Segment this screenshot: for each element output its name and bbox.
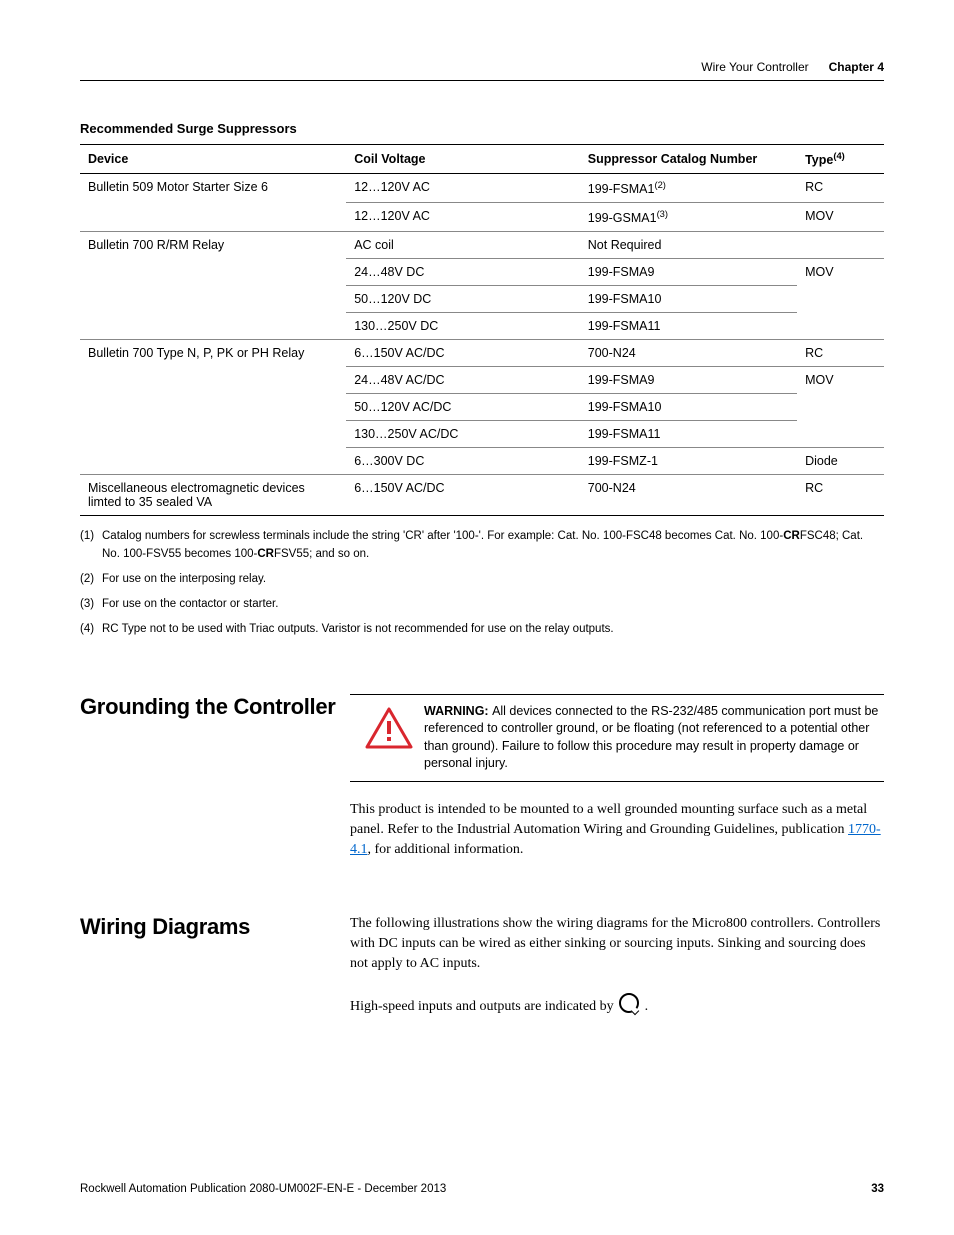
footnote-3: For use on the contactor or starter. (102, 596, 278, 613)
heading-wiring: Wiring Diagrams (80, 914, 350, 940)
cell-voltage: 24…48V DC (346, 259, 580, 286)
col-header-device: Device (80, 145, 346, 174)
cell-type: RC (797, 475, 884, 516)
cell-voltage: 130…250V DC (346, 313, 580, 340)
table-row: Bulletin 509 Motor Starter Size 612…120V… (80, 174, 884, 203)
footnote-1: Catalog numbers for screwless terminals … (102, 528, 884, 563)
cell-type (797, 232, 884, 259)
header-chapter: Chapter 4 (829, 60, 884, 74)
cell-voltage: 24…48V AC/DC (346, 367, 580, 394)
col-header-voltage: Coil Voltage (346, 145, 580, 174)
page-header: Wire Your Controller Chapter 4 (80, 60, 884, 81)
table-row: Miscellaneous electromagnetic devices li… (80, 475, 884, 516)
cell-voltage: 6…150V AC/DC (346, 475, 580, 516)
cell-type: RC (797, 174, 884, 203)
cell-catalog: 199-FSMZ-1 (580, 448, 797, 475)
cell-catalog: 199-FSMA9 (580, 259, 797, 286)
table-row: Bulletin 700 Type N, P, PK or PH Relay6…… (80, 340, 884, 367)
footnote-4: RC Type not to be used with Triac output… (102, 621, 614, 638)
cell-catalog: 199-FSMA10 (580, 286, 797, 313)
cell-device: Miscellaneous electromagnetic devices li… (80, 475, 346, 516)
suppressor-table: Device Coil Voltage Suppressor Catalog N… (80, 144, 884, 516)
heading-grounding: Grounding the Controller (80, 694, 350, 720)
cell-catalog: 199-FSMA1(2) (580, 174, 797, 203)
cell-catalog: 199-FSMA9 (580, 367, 797, 394)
warning-icon (354, 703, 424, 773)
footnote-2: For use on the interposing relay. (102, 571, 266, 588)
cell-catalog: 199-FSMA11 (580, 313, 797, 340)
cell-catalog: Not Required (580, 232, 797, 259)
cell-device: Bulletin 509 Motor Starter Size 6 (80, 174, 346, 232)
header-section: Wire Your Controller (701, 60, 808, 74)
high-speed-indicator-icon (619, 993, 639, 1013)
page-number: 33 (871, 1183, 884, 1195)
cell-voltage: 130…250V AC/DC (346, 421, 580, 448)
footnotes: (1)Catalog numbers for screwless termina… (80, 528, 884, 638)
cell-voltage: 12…120V AC (346, 174, 580, 203)
publication-id: Rockwell Automation Publication 2080-UM0… (80, 1183, 446, 1195)
col-header-catalog: Suppressor Catalog Number (580, 145, 797, 174)
cell-voltage: 50…120V DC (346, 286, 580, 313)
table-header-row: Device Coil Voltage Suppressor Catalog N… (80, 145, 884, 174)
cell-device: Bulletin 700 Type N, P, PK or PH Relay (80, 340, 346, 475)
table-title: Recommended Surge Suppressors (80, 121, 884, 136)
cell-catalog: 199-FSMA10 (580, 394, 797, 421)
cell-device: Bulletin 700 R/RM Relay (80, 232, 346, 340)
warning-text: WARNING: All devices connected to the RS… (424, 703, 880, 773)
cell-voltage: 6…300V DC (346, 448, 580, 475)
cell-type: MOV (797, 367, 884, 448)
cell-catalog: 700-N24 (580, 475, 797, 516)
wiring-paragraph-2: High-speed inputs and outputs are indica… (350, 993, 884, 1017)
cell-type: RC (797, 340, 884, 367)
cell-voltage: 6…150V AC/DC (346, 340, 580, 367)
cell-catalog: 199-FSMA11 (580, 421, 797, 448)
cell-voltage: 50…120V AC/DC (346, 394, 580, 421)
warning-box: WARNING: All devices connected to the RS… (350, 694, 884, 782)
grounding-paragraph: This product is intended to be mounted t… (350, 800, 884, 861)
cell-type: Diode (797, 448, 884, 475)
cell-type: MOV (797, 259, 884, 340)
cell-voltage: 12…120V AC (346, 203, 580, 232)
page-footer: Rockwell Automation Publication 2080-UM0… (80, 1183, 884, 1195)
cell-catalog: 700-N24 (580, 340, 797, 367)
cell-type: MOV (797, 203, 884, 232)
wiring-paragraph-1: The following illustrations show the wir… (350, 914, 884, 975)
table-row: Bulletin 700 R/RM RelayAC coilNot Requir… (80, 232, 884, 259)
col-header-type: Type(4) (797, 145, 884, 174)
cell-voltage: AC coil (346, 232, 580, 259)
cell-catalog: 199-GSMA1(3) (580, 203, 797, 232)
